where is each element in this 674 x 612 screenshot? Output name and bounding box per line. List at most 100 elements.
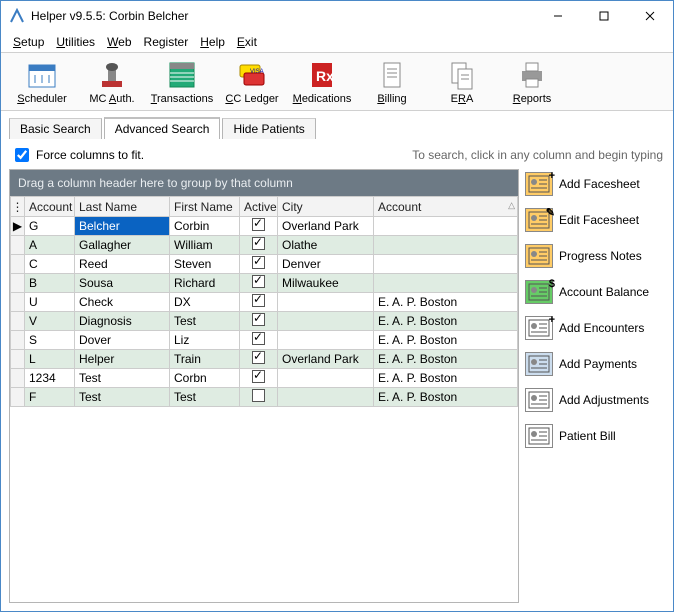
table-row[interactable]: ▶GBelcherCorbinOverland Park — [11, 217, 518, 236]
table-row[interactable]: SDoverLiz E. A. P. Boston — [11, 331, 518, 350]
table-row[interactable]: CReedStevenDenver — [11, 255, 518, 274]
cell-account2[interactable] — [374, 255, 518, 274]
close-button[interactable] — [627, 1, 673, 31]
table-row[interactable]: BSousaRichard Milwaukee — [11, 274, 518, 293]
cell-account2[interactable]: E. A. P. Boston — [374, 331, 518, 350]
cell-active[interactable] — [240, 312, 278, 331]
menu-help[interactable]: Help — [196, 35, 229, 49]
cell-active[interactable] — [240, 274, 278, 293]
cell-city[interactable]: Overland Park — [278, 350, 374, 369]
cell-firstname[interactable]: Test — [170, 312, 240, 331]
menu-exit[interactable]: Exit — [233, 35, 261, 49]
force-fit-checkbox[interactable]: Force columns to fit. — [11, 145, 144, 165]
table-row[interactable]: AGallagherWilliamOlathe — [11, 236, 518, 255]
cell-account2[interactable]: E. A. P. Boston — [374, 369, 518, 388]
cell-lastname[interactable]: Check — [75, 293, 170, 312]
cell-firstname[interactable]: Steven — [170, 255, 240, 274]
tab-advanced-search[interactable]: Advanced Search — [104, 117, 221, 139]
table-row[interactable]: LHelperTrainOverland ParkE. A. P. Boston — [11, 350, 518, 369]
table-row[interactable]: 1234TestCorbnE. A. P. Boston — [11, 369, 518, 388]
tab-basic-search[interactable]: Basic Search — [9, 118, 102, 139]
side-action[interactable]: Add Adjustments — [525, 385, 665, 415]
cell-account[interactable]: C — [25, 255, 75, 274]
side-action[interactable]: +Add Encounters — [525, 313, 665, 343]
checkbox-icon[interactable] — [252, 237, 265, 250]
cell-lastname[interactable]: Helper — [75, 350, 170, 369]
cell-account2[interactable] — [374, 274, 518, 293]
row-selector-header[interactable]: ⋮ — [11, 197, 25, 217]
maximize-button[interactable] — [581, 1, 627, 31]
cell-lastname[interactable]: Sousa — [75, 274, 170, 293]
tab-hide-patients[interactable]: Hide Patients — [222, 118, 315, 139]
cell-lastname[interactable]: Dover — [75, 331, 170, 350]
cell-active[interactable] — [240, 236, 278, 255]
cell-account[interactable]: S — [25, 331, 75, 350]
menu-register[interactable]: Register — [140, 35, 193, 49]
cell-lastname[interactable]: Belcher — [75, 217, 170, 236]
toolbar-scheduler[interactable]: Scheduler — [7, 59, 77, 108]
cell-account[interactable]: 1234 — [25, 369, 75, 388]
cell-city[interactable] — [278, 388, 374, 407]
checkbox-icon[interactable] — [252, 332, 265, 345]
cell-city[interactable]: Overland Park — [278, 217, 374, 236]
col-firstname[interactable]: First Name — [170, 197, 240, 217]
cell-active[interactable] — [240, 331, 278, 350]
checkbox-icon[interactable] — [252, 256, 265, 269]
side-action[interactable]: Add Payments — [525, 349, 665, 379]
cell-account[interactable]: F — [25, 388, 75, 407]
toolbar-era[interactable]: ERA — [427, 59, 497, 108]
cell-firstname[interactable]: Train — [170, 350, 240, 369]
cell-firstname[interactable]: Richard — [170, 274, 240, 293]
col-city[interactable]: City — [278, 197, 374, 217]
cell-city[interactable] — [278, 293, 374, 312]
table-row[interactable]: FTestTestE. A. P. Boston — [11, 388, 518, 407]
checkbox-icon[interactable] — [252, 370, 265, 383]
checkbox-icon[interactable] — [252, 218, 265, 231]
toolbar-reports[interactable]: Reports — [497, 59, 567, 108]
cell-active[interactable] — [240, 350, 278, 369]
checkbox-icon[interactable] — [252, 294, 265, 307]
cell-account[interactable]: A — [25, 236, 75, 255]
cell-active[interactable] — [240, 369, 278, 388]
cell-city[interactable] — [278, 331, 374, 350]
col-lastname[interactable]: Last Name — [75, 197, 170, 217]
cell-firstname[interactable]: DX — [170, 293, 240, 312]
cell-firstname[interactable]: Liz — [170, 331, 240, 350]
cell-account[interactable]: G — [25, 217, 75, 236]
cell-account2[interactable]: E. A. P. Boston — [374, 350, 518, 369]
menu-utilities[interactable]: Utilities — [52, 35, 99, 49]
cell-active[interactable] — [240, 217, 278, 236]
toolbar-ccledger[interactable]: VISA CC Ledger — [217, 59, 287, 108]
checkbox-icon[interactable] — [252, 313, 265, 326]
table-row[interactable]: UCheckDXE. A. P. Boston — [11, 293, 518, 312]
cell-active[interactable] — [240, 293, 278, 312]
toolbar-mcauth[interactable]: MC Auth. — [77, 59, 147, 108]
cell-firstname[interactable]: Corbin — [170, 217, 240, 236]
cell-firstname[interactable]: Test — [170, 388, 240, 407]
side-action[interactable]: $Account Balance — [525, 277, 665, 307]
cell-city[interactable]: Milwaukee — [278, 274, 374, 293]
toolbar-transactions[interactable]: Transactions — [147, 59, 217, 108]
cell-account2[interactable] — [374, 236, 518, 255]
group-by-bar[interactable]: Drag a column header here to group by th… — [10, 170, 518, 196]
cell-city[interactable] — [278, 312, 374, 331]
minimize-button[interactable] — [535, 1, 581, 31]
menu-web[interactable]: Web — [103, 35, 135, 49]
cell-firstname[interactable]: William — [170, 236, 240, 255]
cell-active[interactable] — [240, 388, 278, 407]
cell-account2[interactable]: E. A. P. Boston — [374, 388, 518, 407]
cell-account2[interactable] — [374, 217, 518, 236]
cell-city[interactable]: Olathe — [278, 236, 374, 255]
cell-lastname[interactable]: Test — [75, 388, 170, 407]
cell-account2[interactable]: E. A. P. Boston — [374, 293, 518, 312]
cell-firstname[interactable]: Corbn — [170, 369, 240, 388]
checkbox-icon[interactable] — [252, 351, 265, 364]
force-fit-input[interactable] — [15, 148, 29, 162]
toolbar-medications[interactable]: Rx Medications — [287, 59, 357, 108]
cell-account[interactable]: B — [25, 274, 75, 293]
col-account[interactable]: Account — [25, 197, 75, 217]
cell-account[interactable]: V — [25, 312, 75, 331]
cell-city[interactable] — [278, 369, 374, 388]
table-row[interactable]: VDiagnosisTestE. A. P. Boston — [11, 312, 518, 331]
checkbox-icon[interactable] — [252, 275, 265, 288]
